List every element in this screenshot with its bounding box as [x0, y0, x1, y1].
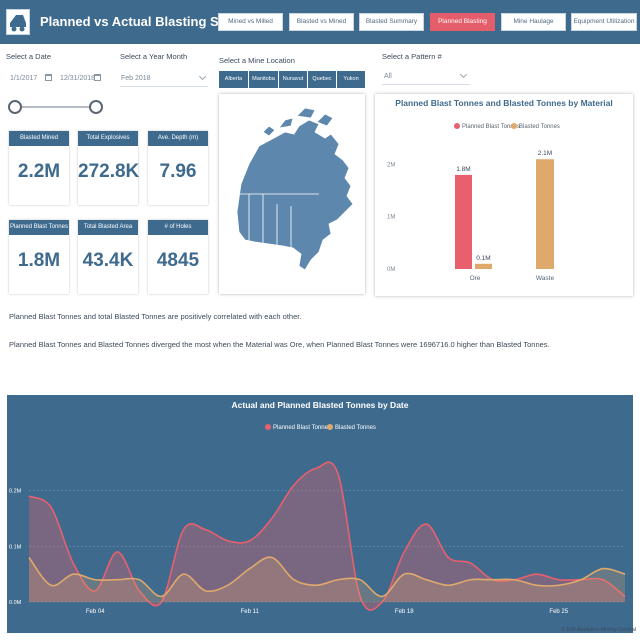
material-bar-chart-panel: Planned Blast Tonnes and Blasted Tonnes … [375, 94, 633, 296]
kpi-value: 7.96 [159, 161, 197, 182]
legend-marker-planned [265, 424, 271, 430]
kpi-label: Total Blasted Area [78, 220, 138, 235]
insight-text-1: Planned Blast Tonnes and total Blasted T… [9, 312, 302, 321]
kpi-label: Total Explosives [78, 131, 138, 146]
location-option-yukon[interactable]: Yukon [337, 71, 365, 88]
chevron-down-icon[interactable] [198, 72, 207, 81]
bar-data-label: 0.1M [476, 255, 490, 262]
bar-ore-1[interactable] [475, 263, 492, 269]
kpi-card-ave-depth: Ave. Depth (m) 7.96 [148, 131, 208, 205]
insight-text-2: Planned Blast Tonnes and Blasted Tonnes … [9, 340, 550, 349]
date-start-input[interactable]: 1/1/2017 [10, 75, 37, 82]
year-month-label: Select a Year Month [120, 52, 188, 61]
legend-marker-planned [454, 123, 460, 129]
x-tick-label: Feb 11 [241, 609, 260, 615]
location-option-manitoba[interactable]: Manitoba [249, 71, 278, 88]
kpi-value: 43.4K [82, 250, 134, 271]
x-category-label: Ore [470, 275, 481, 282]
chart-legend[interactable]: Planned Blast Tonnes Blasted Tonnes [454, 123, 560, 130]
mine-location-label: Select a Mine Location [219, 56, 295, 65]
kpi-label: Ave. Depth (m) [148, 131, 208, 146]
pattern-underline [382, 84, 470, 85]
mine-location-map[interactable] [219, 94, 365, 294]
calendar-icon[interactable] [94, 74, 101, 81]
tab-planned-blasting[interactable]: Planned Blasting [430, 13, 495, 31]
kpi-card-number-of-holes: # of Holes 4845 [148, 220, 208, 294]
kpi-value: 2.2M [17, 161, 61, 182]
y-axis: 0M 1M 2M [387, 162, 395, 273]
kpi-label: Planned Blast Tonnes [9, 220, 69, 235]
kpi-value: 1.8M [17, 250, 61, 271]
kpi-value: 272.8K [78, 161, 140, 182]
pattern-label: Select a Pattern # [382, 52, 442, 61]
kpi-card-planned-blast-tonnes: Planned Blast Tonnes 1.8M [9, 220, 69, 294]
x-category-label: Waste [536, 275, 555, 282]
chevron-down-icon[interactable] [459, 70, 468, 79]
location-option-nunavut[interactable]: Nunavut [279, 71, 307, 88]
material-bar-chart: Planned Blast Tonnes and Blasted Tonnes … [387, 98, 613, 282]
date-end-input[interactable]: 12/31/2018 [60, 75, 95, 82]
y-tick-label: 2M [387, 162, 395, 168]
bar-series[interactable]: 1.8M 0.1M Ore 2.1M Waste [455, 150, 554, 282]
date-range-slider[interactable] [4, 96, 108, 118]
tab-mined-vs-milled[interactable]: Mined vs Milled [218, 13, 283, 31]
legend-label-blasted[interactable]: Blasted Tonnes [335, 425, 376, 431]
location-option-quebec[interactable]: Quebec [308, 71, 336, 88]
bar-data-label: 2.1M [538, 150, 552, 157]
area-series[interactable] [28, 461, 626, 611]
bar-ore-0[interactable] [455, 174, 472, 269]
y-tick-label: 0.1M [9, 544, 22, 550]
copyright-footer: © EW Analytics Mining Central [561, 627, 636, 633]
kpi-card-total-explosives: Total Explosives 272.8K [78, 131, 140, 205]
y-tick-label: 0.2M [9, 489, 22, 495]
kpi-card-blasted-mined: Blasted Mined 2.2M [9, 131, 69, 205]
location-option-alberta[interactable]: Alberta [219, 71, 248, 88]
kpi-label: # of Holes [148, 220, 208, 235]
date-filter-label: Select a Date [6, 52, 52, 61]
legend-label-blasted[interactable]: Blasted Tonnes [519, 124, 560, 130]
canada-map[interactable] [219, 94, 365, 294]
x-tick-label: Feb 18 [395, 609, 414, 615]
pattern-select[interactable]: All [384, 73, 392, 80]
calendar-icon[interactable] [45, 74, 52, 81]
tab-blasted-vs-mined[interactable]: Blasted vs Mined [289, 13, 354, 31]
bar-data-label: 1.8M [456, 166, 470, 173]
chart-title: Actual and Planned Blasted Tonnes by Dat… [232, 400, 409, 410]
legend-marker-blasted [511, 123, 517, 129]
year-month-underline [120, 86, 208, 87]
tab-blasted-summary[interactable]: Blasted Summary [359, 13, 424, 31]
year-month-select[interactable]: Feb 2018 [121, 75, 151, 82]
y-tick-label: 0M [387, 267, 395, 273]
x-tick-label: Feb 25 [549, 609, 568, 615]
y-tick-label: 1M [387, 215, 395, 221]
chart-legend[interactable]: Planned Blast Tonnes Blasted Tonnes [265, 424, 376, 431]
slider-end-handle[interactable] [89, 100, 103, 114]
tonnes-by-date-chart-panel: Actual and Planned Blasted Tonnes by Dat… [7, 395, 633, 633]
mining-truck-icon[interactable] [6, 9, 30, 35]
kpi-card-total-blasted-area: Total Blasted Area 43.4K [78, 220, 138, 294]
chart-title: Planned Blast Tonnes and Blasted Tonnes … [395, 98, 612, 108]
x-axis: Feb 04 Feb 11 Feb 18 Feb 25 [86, 609, 569, 615]
kpi-value: 4845 [156, 250, 200, 271]
legend-marker-blasted [327, 424, 333, 430]
tab-mine-haulage[interactable]: Mine Haulage [501, 13, 566, 31]
y-tick-label: 0.0M [9, 600, 22, 606]
x-tick-label: Feb 04 [86, 609, 105, 615]
slider-start-handle[interactable] [8, 100, 22, 114]
tonnes-by-date-chart: Actual and Planned Blasted Tonnes by Dat… [9, 400, 626, 615]
kpi-label: Blasted Mined [9, 131, 69, 146]
bar-waste-1[interactable] [536, 159, 554, 269]
tab-equipment-utilization[interactable]: Equipment Utilization [571, 13, 637, 31]
legend-label-planned[interactable]: Planned Blast Tonnes [273, 425, 331, 431]
